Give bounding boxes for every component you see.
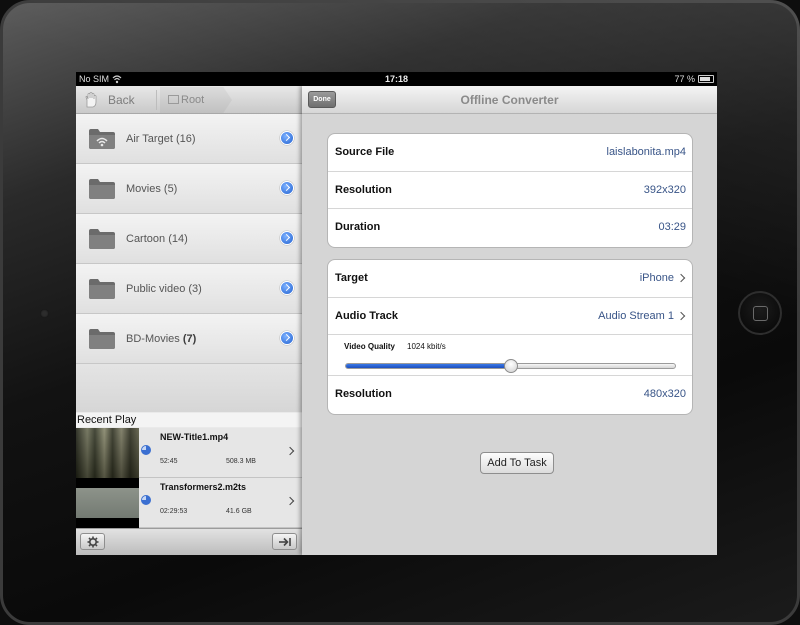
audio-track-row[interactable]: Audio Track Audio Stream 1 — [328, 298, 692, 335]
folder-label: Public video (3) — [126, 283, 202, 295]
chevron-right-icon — [676, 311, 686, 320]
slider-value: 1024 kbit/s — [407, 342, 446, 351]
list-empty-area — [76, 364, 302, 412]
folder-item-movies[interactable]: Movies (5) — [76, 164, 302, 214]
output-resolution-row: Resolution 480x320 — [328, 376, 692, 414]
detail-disclosure-icon[interactable] — [280, 331, 294, 345]
row-label: Audio Track — [335, 309, 398, 322]
collapse-pane-button[interactable] — [272, 533, 297, 550]
detail-disclosure-icon[interactable] — [280, 181, 294, 195]
status-bar: No SIM 17:18 77 % — [76, 72, 717, 86]
folder-list: Air Target (16) Movies (5) Cartoon (14) — [76, 114, 302, 364]
battery-icon — [698, 75, 714, 83]
target-row[interactable]: Target iPhone — [328, 260, 692, 298]
recent-item-size: 508.3 MB — [226, 458, 256, 465]
folder-icon — [89, 179, 115, 199]
page-title: Offline Converter — [460, 93, 559, 107]
browser-toolbar — [76, 528, 302, 555]
home-button[interactable] — [738, 291, 782, 335]
nav-divider — [156, 90, 157, 110]
monitor-icon — [168, 95, 179, 104]
duration-row: Duration 03:29 — [328, 209, 692, 247]
recent-item-size: 41.6 GB — [226, 508, 252, 515]
source-file-row: Source File laislabonita.mp4 — [328, 134, 692, 172]
folder-item-air-target[interactable]: Air Target (16) — [76, 114, 302, 164]
row-value: 03:29 — [658, 221, 686, 233]
hand-icon — [85, 92, 97, 108]
folder-label: Movies (5) — [126, 183, 178, 195]
progress-pie-icon — [141, 445, 151, 455]
wifi-folder-icon — [89, 129, 115, 149]
recent-item-title: Transformers2.m2ts — [160, 482, 247, 492]
folder-label: Air Target (16) — [126, 133, 196, 145]
row-label: Source File — [335, 146, 395, 158]
folder-icon — [89, 229, 115, 249]
home-square-icon — [753, 306, 768, 321]
converter-nav-bar: Offline Converter Done — [302, 86, 717, 114]
folder-item-public-video[interactable]: Public video (3) — [76, 264, 302, 314]
source-info-group: Source File laislabonita.mp4 Resolution … — [327, 133, 693, 248]
chevron-right-icon — [285, 496, 295, 506]
chevron-right-icon — [285, 446, 295, 456]
detail-disclosure-icon[interactable] — [280, 131, 294, 145]
slider-thumb[interactable] — [503, 359, 518, 373]
recent-play-header: Recent Play — [76, 413, 302, 427]
row-label: Resolution — [335, 388, 392, 400]
row-label: Duration — [335, 221, 381, 233]
recent-item-title: NEW-Title1.mp4 — [160, 432, 229, 442]
output-settings-group: Target iPhone Audio Track Audio Stream 1… — [327, 259, 693, 415]
screen: No SIM 17:18 77 % Back Root Air Target (… — [76, 72, 717, 555]
recent-item[interactable]: Transformers2.m2ts 02:29:53 41.6 GB — [76, 478, 302, 528]
recent-item[interactable]: NEW-Title1.mp4 52:45 508.3 MB — [76, 428, 302, 478]
video-quality-slider[interactable] — [345, 359, 676, 373]
settings-button[interactable] — [80, 533, 105, 550]
detail-disclosure-icon[interactable] — [280, 281, 294, 295]
folder-item-cartoon[interactable]: Cartoon (14) — [76, 214, 302, 264]
row-value: 480x320 — [643, 388, 686, 400]
folder-label: Cartoon (14) — [126, 233, 188, 245]
folder-label: BD-Movies (7) — [126, 333, 197, 345]
row-value: 392x320 — [643, 183, 686, 196]
row-value: iPhone — [639, 272, 674, 284]
video-quality-row: Video Quality 1024 kbit/s — [328, 335, 692, 376]
video-thumbnail — [76, 478, 139, 528]
back-button[interactable]: Back — [103, 90, 153, 110]
clock: 17:18 — [384, 74, 409, 84]
source-resolution-row: Resolution 392x320 — [328, 172, 692, 209]
row-label: Resolution — [335, 183, 392, 196]
browser-nav-bar: Back Root — [76, 86, 302, 114]
root-breadcrumb[interactable]: Root — [160, 87, 232, 113]
recent-item-duration: 02:29:53 — [160, 508, 188, 515]
folder-icon — [89, 329, 115, 349]
chevron-right-icon — [676, 273, 686, 283]
video-thumbnail — [76, 428, 139, 478]
gear-icon — [87, 536, 99, 548]
folder-icon — [89, 279, 115, 299]
row-label: Target — [335, 272, 368, 284]
front-camera — [40, 309, 49, 318]
folder-item-bd-movies[interactable]: BD-Movies (7) — [76, 314, 302, 364]
row-value: laislabonita.mp4 — [606, 146, 687, 158]
arrow-to-right-icon — [279, 537, 291, 547]
slider-fill — [346, 364, 511, 368]
add-to-task-button[interactable]: Add To Task — [480, 452, 554, 474]
battery-percent: 77 % — [674, 74, 695, 84]
root-label: Root — [181, 94, 205, 106]
file-browser-pane: Back Root Air Target (16) Movies (5) Car… — [76, 86, 302, 555]
converter-pane: Offline Converter Done Source File laisl… — [302, 86, 717, 555]
detail-disclosure-icon[interactable] — [280, 231, 294, 245]
slider-label: Video Quality — [344, 342, 395, 351]
done-button[interactable]: Done — [308, 91, 336, 108]
row-value: Audio Stream 1 — [598, 309, 674, 322]
progress-pie-icon — [141, 495, 151, 505]
recent-item-duration: 52:45 — [160, 458, 178, 465]
